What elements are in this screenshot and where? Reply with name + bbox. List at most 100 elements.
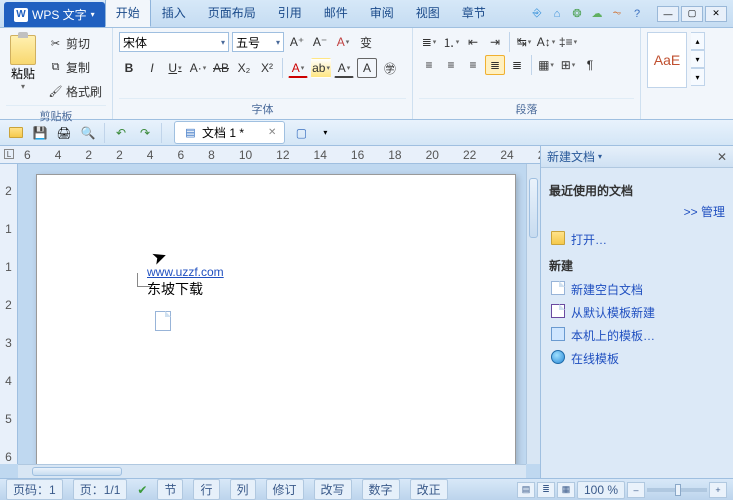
style-scroll-up-button[interactable]: ▴	[691, 32, 705, 50]
style-scroll-down-button[interactable]: ▾	[691, 50, 705, 68]
redo-button[interactable]: ↷	[135, 123, 155, 143]
copy-button[interactable]: ⧉复制	[44, 56, 106, 79]
print-preview-button[interactable]: 🔍	[78, 123, 98, 143]
local-templates-link[interactable]: 本机上的模板…	[549, 324, 725, 347]
close-button[interactable]: ✕	[705, 6, 727, 22]
tab-layout-button[interactable]: ↹	[514, 32, 534, 52]
font-color-button[interactable]: A	[288, 58, 308, 78]
cut-button[interactable]: ✂剪切	[44, 32, 106, 55]
highlight-button[interactable]: ab	[311, 58, 331, 78]
open-file-link[interactable]: 打开…	[549, 228, 725, 251]
clear-format-button[interactable]: A	[333, 32, 353, 52]
superscript-button[interactable]: X²	[257, 58, 277, 78]
document-tab-close-button[interactable]: ✕	[268, 127, 276, 138]
tab-page-layout[interactable]: 页面布局	[197, 0, 267, 27]
align-left-button[interactable]: ≡	[419, 55, 439, 75]
new-blank-doc-link[interactable]: 新建空白文档	[549, 278, 725, 301]
tab-sections[interactable]: 章节	[451, 0, 497, 27]
align-justify-button[interactable]: ≣	[485, 55, 505, 75]
app-menu-button[interactable]: W WPS 文字 ▾	[4, 2, 105, 27]
maximize-button[interactable]: ▢	[681, 6, 703, 22]
document-page[interactable]: ➤ www.uzzf.com 东坡下载	[36, 174, 516, 464]
wifi-icon[interactable]: ⏦	[609, 6, 625, 22]
cloud-icon[interactable]: ☁	[589, 6, 605, 22]
tab-insert[interactable]: 插入	[151, 0, 197, 27]
phonetic-guide-button[interactable]: 变	[356, 32, 376, 52]
zoom-slider[interactable]	[647, 488, 707, 492]
borders-button[interactable]: ⊞	[558, 55, 578, 75]
undo-button[interactable]: ↶	[111, 123, 131, 143]
scrollbar-thumb[interactable]	[32, 467, 122, 476]
font-name-combo[interactable]: 宋体▾	[119, 32, 229, 52]
align-distribute-button[interactable]: ≣	[507, 55, 527, 75]
status-overtype[interactable]: 改写	[314, 479, 352, 500]
home-icon[interactable]: ⌂	[549, 6, 565, 22]
zoom-out-button[interactable]: –	[627, 482, 645, 498]
status-autocorrect[interactable]: 改正	[410, 479, 448, 500]
help-icon[interactable]: ?	[629, 6, 645, 22]
chevron-down-icon[interactable]: ▾	[598, 152, 602, 161]
status-page-of[interactable]: 页：1/1	[73, 479, 128, 500]
page-scroll-area[interactable]: ➤ www.uzzf.com 东坡下载	[18, 164, 526, 464]
status-track[interactable]: 修订	[266, 479, 304, 500]
new-from-default-template-link[interactable]: 从默认模板新建	[549, 301, 725, 324]
new-doc-tab-button[interactable]: ▢	[291, 123, 311, 143]
save-button[interactable]: 💾	[30, 123, 50, 143]
increase-indent-button[interactable]: ⇥	[485, 32, 505, 52]
tab-references[interactable]: 引用	[267, 0, 313, 27]
line-spacing-button[interactable]: ‡≡	[558, 32, 578, 52]
horizontal-ruler[interactable]: L 6422468101214161820222426	[0, 146, 540, 164]
style-expand-button[interactable]: ▾	[691, 68, 705, 86]
char-shading-button[interactable]: A	[334, 58, 354, 78]
strikethrough-button[interactable]: AB	[211, 58, 231, 78]
shading-button[interactable]: ▦	[536, 55, 556, 75]
numbering-button[interactable]: ⒈	[441, 32, 461, 52]
tab-review[interactable]: 审阅	[359, 0, 405, 27]
scrollbar-thumb[interactable]	[529, 178, 538, 238]
bullets-button[interactable]: ≣	[419, 32, 439, 52]
vertical-scrollbar[interactable]	[526, 164, 540, 464]
print-button[interactable]: 🖨	[54, 123, 74, 143]
italic-button[interactable]: I	[142, 58, 162, 78]
status-row[interactable]: 行	[193, 479, 219, 500]
text-direction-button[interactable]: A↕	[536, 32, 556, 52]
align-right-button[interactable]: ≡	[463, 55, 483, 75]
skin-icon[interactable]: ❂	[569, 6, 585, 22]
char-border-button[interactable]: A	[357, 58, 377, 78]
view-web-button[interactable]: ▦	[557, 482, 575, 498]
status-numlock[interactable]: 数字	[362, 479, 400, 500]
status-section[interactable]: 节	[157, 479, 183, 500]
horizontal-scrollbar[interactable]	[18, 464, 526, 478]
tab-home[interactable]: 开始	[105, 0, 151, 27]
shrink-font-button[interactable]: A⁻	[310, 32, 330, 52]
status-page-number[interactable]: 页码：1	[6, 479, 63, 500]
style-gallery-item[interactable]: AaE	[647, 32, 687, 88]
status-spellcheck-icon[interactable]: ✔	[137, 483, 147, 497]
tab-list-button[interactable]: ▾	[315, 123, 335, 143]
format-painter-button[interactable]: 🖌格式刷	[44, 80, 106, 103]
minimize-button[interactable]: —	[657, 6, 679, 22]
decrease-indent-button[interactable]: ⇤	[463, 32, 483, 52]
zoom-in-button[interactable]: +	[709, 482, 727, 498]
view-outline-button[interactable]: ≣	[537, 482, 555, 498]
subscript-button[interactable]: X₂	[234, 58, 254, 78]
task-pane-close-button[interactable]: ✕	[717, 150, 727, 164]
show-marks-button[interactable]: ¶	[580, 55, 600, 75]
vertical-ruler[interactable]: 2112345678	[0, 164, 18, 464]
grow-font-button[interactable]: A⁺	[287, 32, 307, 52]
tab-view[interactable]: 视图	[405, 0, 451, 27]
zoom-slider-thumb[interactable]	[675, 484, 681, 496]
zoom-value[interactable]: 100 %	[577, 481, 625, 499]
enclose-char-button[interactable]: ㊫	[380, 58, 400, 78]
online-templates-link[interactable]: 在线模板	[549, 347, 725, 370]
docer-icon[interactable]: ⎆	[529, 6, 545, 22]
manage-link[interactable]: >> 管理	[549, 203, 725, 220]
bold-button[interactable]: B	[119, 58, 139, 78]
status-col[interactable]: 列	[230, 479, 256, 500]
font-size-combo[interactable]: 五号▾	[232, 32, 284, 52]
paste-button[interactable]: 粘贴 ▾	[6, 32, 40, 94]
document-tab[interactable]: ▤ 文档 1 * ✕	[174, 121, 285, 144]
view-print-layout-button[interactable]: ▤	[517, 482, 535, 498]
tab-mailings[interactable]: 邮件	[313, 0, 359, 27]
open-button[interactable]	[6, 123, 26, 143]
